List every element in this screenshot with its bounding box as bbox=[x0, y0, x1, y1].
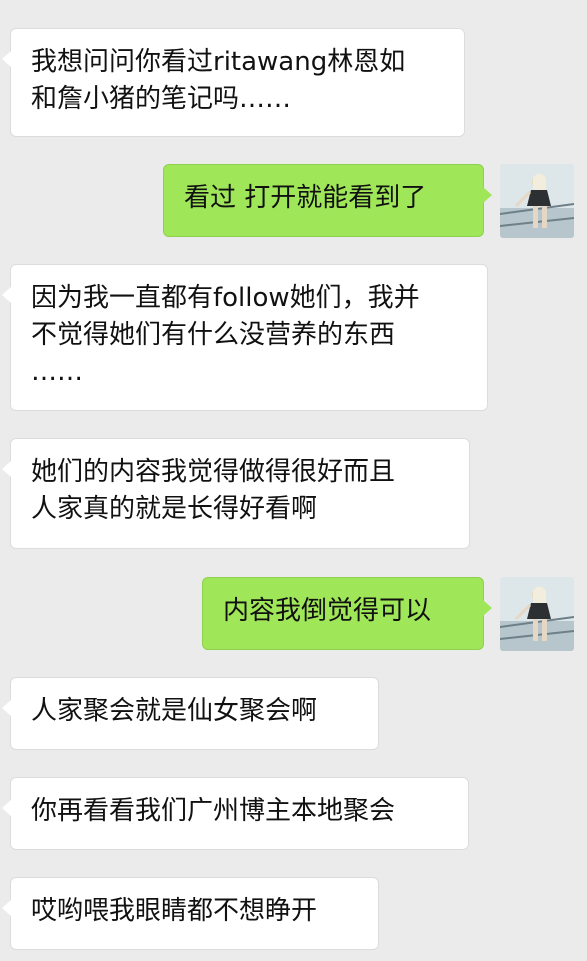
user-avatar[interactable] bbox=[500, 577, 574, 651]
user-avatar[interactable] bbox=[500, 164, 574, 238]
message-bubble-incoming[interactable]: 我想问问你看过ritawang林恩如 和詹小猪的笔记吗…… bbox=[2, 28, 465, 137]
message-bubble-incoming[interactable]: 因为我一直都有follow她们，我并 不觉得她们有什么没营养的东西 …… bbox=[2, 264, 488, 411]
message-bubble-incoming[interactable]: 你再看看我们广州博主本地聚会 bbox=[2, 777, 469, 850]
message-bubble-incoming[interactable]: 她们的内容我觉得做得很好而且 人家真的就是长得好看啊 bbox=[2, 438, 470, 549]
chat-thread: 我想问问你看过ritawang林恩如 和詹小猪的笔记吗…… 看过 打开就能看到了… bbox=[0, 0, 587, 961]
message-bubble-incoming[interactable]: 哎哟喂我眼睛都不想睁开 bbox=[2, 877, 379, 950]
message-bubble-outgoing[interactable]: 看过 打开就能看到了 bbox=[163, 164, 492, 237]
message-bubble-incoming[interactable]: 人家聚会就是仙女聚会啊 bbox=[2, 677, 379, 750]
message-bubble-outgoing[interactable]: 内容我倒觉得可以 bbox=[202, 577, 492, 650]
avatar-photo-icon bbox=[500, 164, 574, 238]
avatar-photo-icon bbox=[500, 577, 574, 651]
